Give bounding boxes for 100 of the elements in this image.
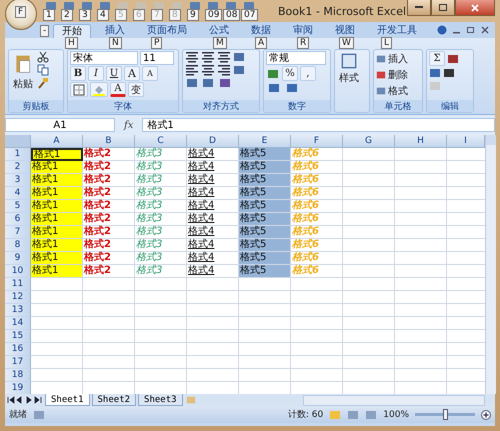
align-top-icon[interactable] [185, 51, 199, 63]
column-header[interactable]: D [187, 135, 239, 148]
ribbon-tab[interactable]: 开发工具 [369, 24, 425, 38]
row-header[interactable]: 16 [5, 343, 31, 356]
sheet-tab[interactable]: Sheet1 [45, 394, 90, 406]
sheet-navigation-icon[interactable] [7, 396, 43, 404]
table-cell: 格式5 [239, 239, 291, 252]
sheet-tab[interactable]: Sheet2 [92, 394, 136, 406]
align-center-icon[interactable] [201, 64, 215, 76]
row-header[interactable]: 11 [5, 278, 31, 291]
keytip: 8 [169, 9, 181, 21]
name-box[interactable]: A1 [5, 118, 115, 132]
ribbon-tab[interactable]: 页面布局 [139, 24, 195, 38]
minimize-button[interactable] [407, 0, 431, 16]
align-middle-icon[interactable] [201, 51, 215, 63]
restore-icon[interactable] [467, 26, 475, 34]
table-cell: 格式6 [291, 226, 343, 239]
borders-button[interactable] [70, 82, 88, 97]
table-cell: 格式2 [83, 252, 135, 265]
column-header[interactable]: H [395, 135, 447, 148]
ribbon-tab[interactable]: 审阅 [285, 24, 321, 38]
row-header[interactable]: 15 [5, 330, 31, 343]
column-header[interactable]: E [239, 135, 291, 148]
count-text: 计数: 60 [288, 408, 324, 421]
cells-button[interactable]: 删除 [376, 67, 408, 82]
font-name-field[interactable]: 宋体 [70, 51, 138, 65]
align-right-icon[interactable] [217, 64, 231, 76]
vertical-scrollbar[interactable] [485, 135, 496, 394]
table-cell: 格式5 [239, 213, 291, 226]
horizontal-scrollbar[interactable] [303, 394, 485, 406]
help-icon[interactable] [437, 25, 447, 35]
row-header[interactable]: 6 [5, 213, 31, 226]
row-header[interactable]: 10 [5, 265, 31, 278]
keytip: N [109, 37, 122, 49]
row-header[interactable]: 13 [5, 304, 31, 317]
shrink-button[interactable]: A [142, 66, 158, 81]
status-text: 就绪 [9, 408, 27, 421]
row-header[interactable]: 14 [5, 317, 31, 330]
formula-field[interactable]: 格式1 [142, 118, 495, 132]
row-header[interactable]: 7 [5, 226, 31, 239]
zoom-level[interactable]: 100% [383, 410, 409, 420]
table-cell: 格式5 [239, 148, 291, 161]
row-header[interactable]: 8 [5, 239, 31, 252]
ribbon-tab[interactable]: 插入 [97, 24, 133, 38]
ribbon-tab[interactable]: 开始 [53, 24, 91, 38]
close-icon[interactable] [481, 26, 489, 34]
row-header[interactable]: 2 [5, 161, 31, 174]
row-header[interactable]: 1 [5, 148, 31, 161]
phonetic-button[interactable]: 变 [128, 82, 144, 97]
comma-button[interactable]: , [300, 66, 316, 81]
table-cell: 格式1 [31, 213, 83, 226]
align-bottom-icon[interactable] [217, 51, 231, 63]
row-header[interactable]: 9 [5, 252, 31, 265]
fill-color-button[interactable] [90, 82, 108, 97]
bold-button[interactable]: B [70, 66, 86, 81]
zoom-in-icon[interactable] [481, 410, 491, 420]
keytip: F [15, 6, 26, 18]
row-header[interactable]: 18 [5, 369, 31, 382]
paste-button[interactable]: 粘贴 [11, 51, 35, 99]
ribbon-tab[interactable]: 数据 [243, 24, 279, 38]
italic-button[interactable]: I [88, 66, 104, 81]
table-cell: 格式2 [83, 148, 135, 161]
column-header[interactable]: C [135, 135, 187, 148]
table-cell: 格式3 [135, 161, 187, 174]
ribbon-tab[interactable]: 公式 [201, 24, 237, 38]
row-header[interactable]: 19 [5, 382, 31, 395]
ribbon-tab[interactable]: 视图 [327, 24, 363, 38]
number-format-field[interactable]: 常规 [266, 51, 326, 65]
row-header[interactable]: 4 [5, 187, 31, 200]
row-header[interactable]: 17 [5, 356, 31, 369]
row-header[interactable]: 12 [5, 291, 31, 304]
autosum-button[interactable]: Σ [429, 51, 445, 66]
table-cell: 格式3 [135, 265, 187, 278]
row-header[interactable]: 5 [5, 200, 31, 213]
percent-button[interactable]: % [282, 66, 298, 81]
insert-function-button[interactable]: fx [118, 120, 140, 130]
keytip: H [65, 37, 78, 49]
underline-button[interactable]: U [106, 66, 122, 81]
row-header[interactable]: 3 [5, 174, 31, 187]
table-cell: 格式6 [291, 200, 343, 213]
column-header[interactable]: G [343, 135, 395, 148]
column-header[interactable]: B [83, 135, 135, 148]
grow-button[interactable]: A [124, 66, 140, 81]
cells-button[interactable]: 格式 [376, 83, 408, 98]
table-cell: 格式2 [83, 213, 135, 226]
align-left-icon[interactable] [185, 64, 199, 76]
close-button[interactable] [455, 0, 495, 16]
maximize-button[interactable] [431, 0, 455, 16]
column-header[interactable]: A [31, 135, 83, 148]
font-size-field[interactable]: 11 [140, 51, 174, 65]
table-cell: 格式2 [83, 265, 135, 278]
column-header[interactable]: F [291, 135, 343, 148]
group-label: 单元格 [374, 100, 422, 112]
column-header[interactable]: I [447, 135, 485, 148]
slider-thumb[interactable] [443, 409, 448, 420]
cells-button[interactable]: 插入 [376, 51, 408, 66]
sheet-tab[interactable]: Sheet3 [138, 394, 183, 406]
font-color-button[interactable]: A [110, 82, 126, 97]
table-cell: 格式5 [239, 252, 291, 265]
table-cell: 格式1 [31, 252, 83, 265]
